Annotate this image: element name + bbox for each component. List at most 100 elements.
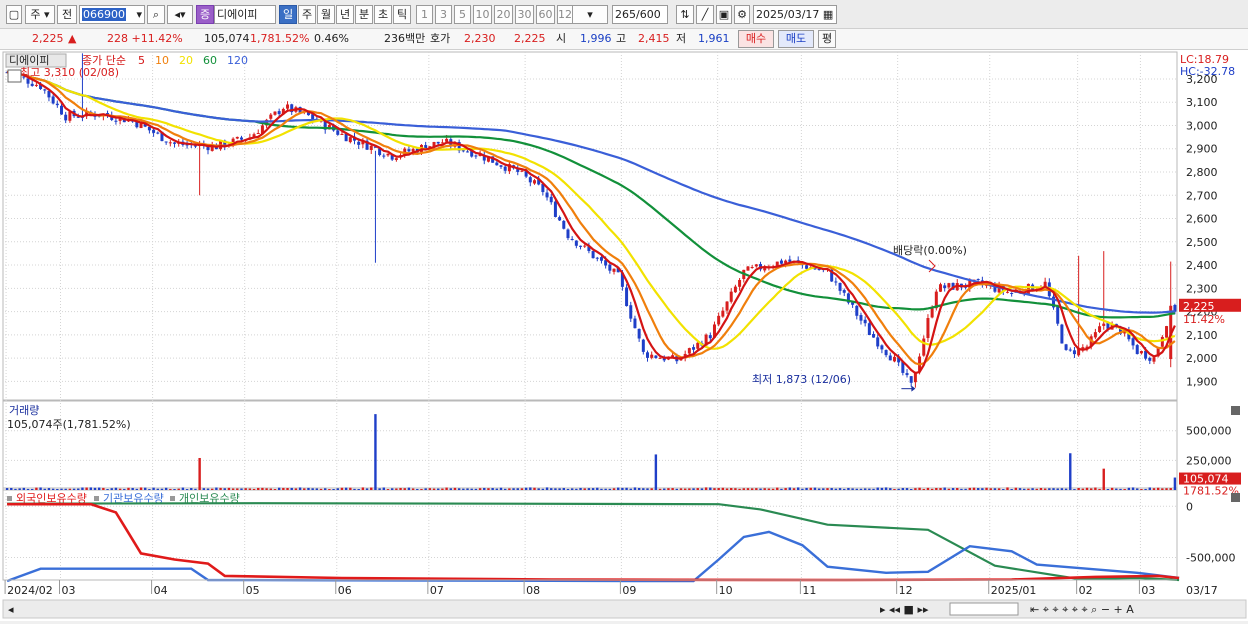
date-tick-label: 10 — [719, 584, 733, 597]
volume-bar — [72, 488, 76, 490]
pane-close-icon[interactable] — [1231, 493, 1240, 502]
candle-body — [717, 315, 721, 325]
market-badge: 증 — [196, 5, 214, 24]
minute-button-60[interactable]: 60 — [536, 5, 555, 24]
type-select[interactable]: 주 ▾ — [25, 5, 55, 24]
period-button-4[interactable]: 분 — [355, 5, 373, 24]
code-dropdown-icon[interactable]: ▾ — [136, 6, 144, 23]
volume-bar — [851, 488, 854, 490]
candle-body — [641, 339, 645, 352]
volume-bar — [139, 487, 143, 490]
date-tick-label: 02 — [1079, 584, 1093, 597]
date-tick-label: 04 — [154, 584, 168, 597]
low-price: 1,961 — [698, 32, 730, 45]
volume-bar — [336, 488, 339, 490]
sound-icon[interactable]: ◂▾ — [167, 5, 193, 24]
volume-bar — [378, 488, 381, 490]
period-button-0[interactable]: 일 — [279, 5, 297, 24]
eval-button[interactable]: 평 — [818, 30, 836, 48]
volume-bar — [1052, 488, 1055, 490]
volume-bar — [901, 488, 905, 490]
count-field[interactable]: 265/600 — [612, 5, 668, 24]
scroll-left-icon[interactable]: ◂ — [8, 603, 14, 616]
volume-bar — [692, 488, 695, 490]
candle-body — [168, 142, 172, 144]
volume-bar — [370, 487, 373, 490]
minute-button-30[interactable]: 30 — [515, 5, 534, 24]
draw-line-icon[interactable]: ╱ — [696, 5, 714, 24]
candle-body — [884, 350, 888, 356]
candle-body — [1148, 357, 1152, 361]
volume-bar — [365, 488, 369, 490]
volume-bar — [1002, 489, 1005, 490]
compare-icon[interactable]: ⇅ — [676, 5, 694, 24]
volume-bar — [474, 488, 478, 490]
volume-bar — [985, 487, 988, 490]
volume-bar — [181, 487, 185, 490]
volume-bar — [1006, 487, 1009, 490]
period-button-6[interactable]: 틱 — [393, 5, 411, 24]
period-button-2[interactable]: 월 — [317, 5, 335, 24]
stock-code-input[interactable]: 066900 ▾ — [79, 5, 145, 24]
volume-bar — [177, 488, 180, 490]
volume-bar — [993, 488, 997, 490]
date-field[interactable]: 2025/03/17 ▦ — [753, 5, 837, 24]
candle-body — [340, 133, 344, 135]
volume-bar — [31, 488, 34, 490]
minute-button-1[interactable]: 1 — [416, 5, 433, 24]
volume-bar — [269, 488, 272, 490]
search-icon[interactable]: ⌕ — [147, 5, 165, 24]
stock-name-field[interactable]: 디에이피 — [214, 5, 276, 24]
candle-body — [650, 354, 654, 358]
candle-body — [939, 284, 943, 292]
candle-body — [495, 162, 499, 166]
zoom-tools-icon[interactable]: ⇤ ⌖ ⌖ ⌖ ⌖ ⌖ ⌕ − + A — [1030, 603, 1134, 616]
minute-button-5[interactable]: 5 — [454, 5, 471, 24]
min-price-label: 최저 1,873 (12/06) — [752, 373, 851, 386]
prev-button[interactable]: 전 — [57, 5, 77, 24]
volume-bar — [416, 488, 419, 490]
candle-body — [633, 318, 637, 329]
calendar-icon[interactable]: ▦ — [823, 8, 833, 21]
candle-body — [583, 245, 587, 247]
volume-bar — [194, 488, 197, 490]
period-button-5[interactable]: 초 — [374, 5, 392, 24]
period-button-1[interactable]: 주 — [298, 5, 316, 24]
minute-button-3[interactable]: 3 — [435, 5, 452, 24]
volume-bar — [951, 488, 955, 490]
volume-bar — [135, 488, 139, 490]
volume-bar — [407, 487, 411, 490]
pane-close-icon[interactable] — [1231, 406, 1240, 415]
volume-bar — [1094, 487, 1097, 490]
minute-button-10[interactable]: 10 — [473, 5, 492, 24]
volume-bar — [290, 487, 293, 490]
turnover-rate: 0.46% — [314, 32, 349, 45]
volume-bar — [671, 488, 674, 490]
window-menu-icon[interactable]: ▢ — [6, 5, 22, 24]
save-icon[interactable]: ▣ — [716, 5, 732, 24]
candle-body — [114, 120, 118, 122]
volume-bar — [123, 488, 126, 490]
candle-body — [173, 142, 177, 144]
trade-amount: 236백만 — [384, 32, 426, 45]
minute-button-20[interactable]: 20 — [494, 5, 513, 24]
zoom-slider[interactable] — [949, 602, 1019, 616]
candle-body — [528, 177, 532, 183]
volume-bar — [1064, 488, 1068, 490]
volume-bar — [437, 488, 440, 490]
playback-controls-icon[interactable]: ▸ ◂◂ ■ ▸▸ — [880, 603, 929, 616]
sell-button[interactable]: 매도 — [778, 30, 814, 48]
gear-icon[interactable]: ⚙ — [734, 5, 750, 24]
buy-button[interactable]: 매수 — [738, 30, 774, 48]
volume-bar — [298, 487, 302, 490]
minute-dropdown[interactable]: ▾ — [572, 5, 608, 24]
volume-bar — [382, 487, 386, 490]
period-button-3[interactable]: 년 — [336, 5, 354, 24]
volume-bar — [679, 488, 683, 490]
stock-chart[interactable]: 1,9002,0002,1002,2002,3002,4002,5002,600… — [0, 50, 1248, 621]
volume-bar — [503, 488, 507, 490]
volume-bar — [202, 488, 206, 490]
volume-bar — [1060, 488, 1064, 490]
volume-bar — [1048, 488, 1051, 490]
volume-bar — [809, 487, 812, 490]
